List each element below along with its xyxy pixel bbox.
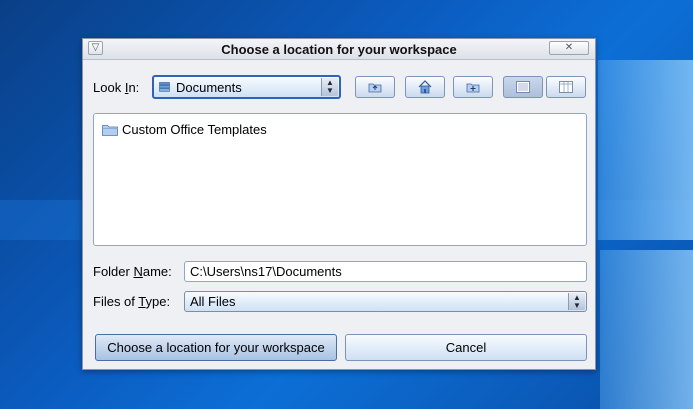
files-of-type-select[interactable]: All Files ▲ ▼	[184, 291, 587, 312]
folder-name-value: C:\Users\ns17\Documents	[190, 264, 342, 279]
look-in-select[interactable]: Documents ▲ ▼	[152, 75, 341, 99]
dialog-title: Choose a location for your workspace	[221, 42, 457, 57]
files-of-type-label: Files of Type:	[93, 294, 171, 309]
chevron-down-icon: ▼	[326, 86, 334, 95]
folder-up-icon	[368, 83, 382, 92]
choose-location-button[interactable]: Choose a location for your workspace	[95, 334, 337, 361]
folder-name-label: Folder Name:	[93, 264, 172, 279]
details-view-button[interactable]	[546, 76, 586, 98]
file-list[interactable]: Custom Office Templates	[93, 113, 587, 246]
windows-logo-pane-bottom	[600, 250, 693, 409]
folder-icon	[102, 124, 118, 136]
new-folder-icon	[466, 83, 480, 92]
documents-icon	[159, 82, 170, 92]
up-one-level-button[interactable]	[355, 76, 395, 98]
look-in-dropdown-arrow[interactable]: ▲ ▼	[321, 78, 338, 96]
windows-logo-pane-top	[598, 60, 693, 240]
details-view-icon	[559, 81, 573, 93]
folder-name-field[interactable]: C:\Users\ns17\Documents	[184, 261, 587, 282]
close-icon: ✕	[564, 42, 574, 53]
home-button[interactable]	[405, 76, 445, 98]
list-view-icon	[516, 81, 530, 93]
list-view-button[interactable]	[503, 76, 543, 98]
choose-workspace-dialog: ▽ Choose a location for your workspace ✕…	[82, 38, 596, 370]
files-of-type-value: All Files	[190, 294, 236, 309]
files-of-type-dropdown-arrow[interactable]: ▲ ▼	[568, 293, 585, 310]
title-bar[interactable]: ▽ Choose a location for your workspace ✕	[83, 39, 595, 60]
list-item[interactable]: Custom Office Templates	[102, 122, 267, 137]
close-button[interactable]: ✕	[549, 41, 589, 55]
new-folder-button[interactable]	[453, 76, 493, 98]
list-item-label: Custom Office Templates	[122, 122, 267, 137]
cancel-button[interactable]: Cancel	[345, 334, 587, 361]
look-in-label: Look In:	[93, 80, 140, 95]
look-in-value: Documents	[176, 80, 242, 95]
chevron-down-icon: ▼	[573, 300, 581, 310]
home-icon	[418, 80, 432, 94]
